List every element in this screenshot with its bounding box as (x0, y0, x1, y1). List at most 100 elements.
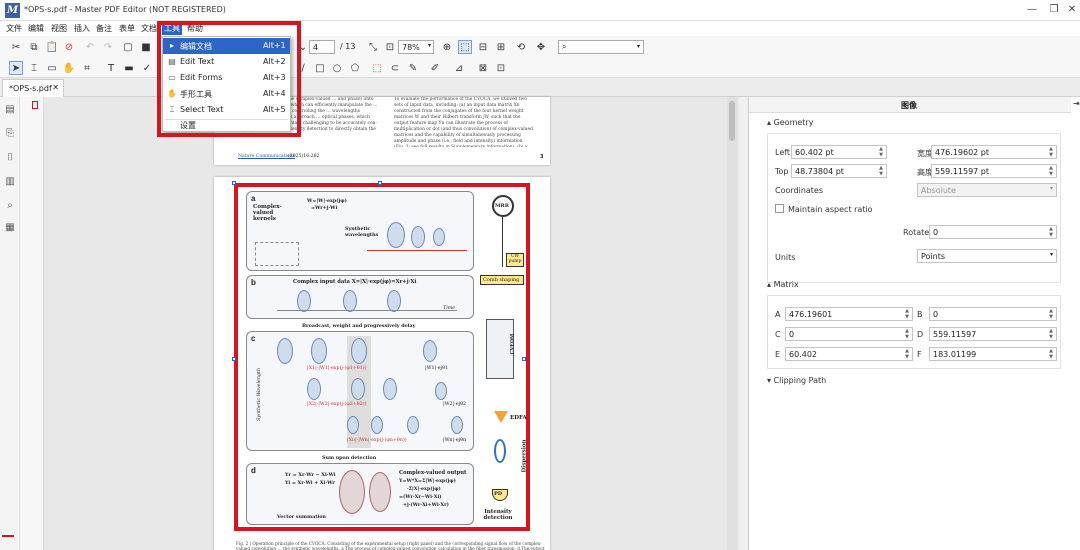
paste-icon[interactable]: 📋 (45, 40, 59, 54)
scrollbar-thumb[interactable] (729, 101, 735, 141)
redo-icon[interactable]: ↷ (101, 40, 115, 54)
spinner-icon[interactable]: ▲ ▼ (1047, 308, 1055, 320)
fill-icon[interactable]: ■ (139, 40, 153, 54)
minimize-button[interactable]: — (1024, 3, 1040, 17)
height-input[interactable]: 559.11597 pt ▲ ▼ (931, 164, 1057, 178)
width-input[interactable]: 476.19602 pt ▲ ▼ (931, 145, 1057, 159)
spinner-icon[interactable]: ▲ ▼ (903, 328, 911, 340)
coordinates-select[interactable]: Absolute ▾ (917, 183, 1057, 197)
tab-close-icon[interactable]: ✕ (52, 83, 59, 92)
form-edit-icon[interactable]: ▭ (45, 61, 59, 75)
handle-top[interactable] (378, 181, 382, 185)
figure-panel-a: a Complex-valued kernels W=|W|·exp(jφ) =… (246, 191, 474, 271)
matrix-c-input[interactable]: 0 ▲ ▼ (785, 327, 913, 341)
matrix-e-input[interactable]: 60.402 ▲ ▼ (785, 347, 913, 361)
spinner-icon[interactable]: ▲ ▼ (1047, 348, 1055, 360)
spinner-icon[interactable]: ▲ ▼ (1047, 226, 1055, 238)
matrix-d-input[interactable]: 559.11597 ▲ ▼ (929, 327, 1057, 341)
panel-float-icon[interactable]: ⇥ (1073, 99, 1080, 108)
undo-icon[interactable]: ↶ (83, 40, 97, 54)
search-panel-icon[interactable]: ⌕ (3, 199, 17, 213)
handle-right[interactable] (522, 357, 526, 361)
page-number-input[interactable]: 4 (309, 40, 335, 54)
pen-icon[interactable]: ✎ (406, 61, 420, 75)
fit-visible-icon[interactable]: ⊞ (494, 40, 508, 54)
menu-comment[interactable]: 备注 (94, 23, 114, 34)
clipping-path-section[interactable]: ▾ Clipping Path (767, 376, 826, 385)
spinner-icon[interactable]: ▲ ▼ (1047, 328, 1055, 340)
attach-icon[interactable]: ⊡ (494, 61, 508, 75)
vertical-scrollbar[interactable] (727, 97, 737, 550)
comb-shaping-label: Comb shaping (483, 277, 520, 283)
matrix-section[interactable]: ▴ Matrix (767, 280, 799, 289)
phase-circle (407, 416, 419, 434)
menu-form[interactable]: 表单 (117, 23, 137, 34)
attachments-icon[interactable]: ⌷ (3, 151, 17, 165)
fit-width-icon[interactable]: ⊟ (476, 40, 490, 54)
spinner-icon[interactable]: ▲ ▼ (903, 348, 911, 360)
properties-title: 图像 (901, 101, 917, 110)
stamp-icon[interactable]: ⊠ (476, 61, 490, 75)
copy-icon[interactable]: ⧉ (27, 40, 41, 54)
menu-edit[interactable]: 编辑 (26, 23, 46, 34)
rotate-input[interactable]: 0 ▲ ▼ (929, 225, 1057, 239)
spinner-icon[interactable]: ▲ ▼ (877, 165, 885, 177)
layers-icon[interactable]: ▥ (3, 175, 17, 189)
measure-icon[interactable]: ⊿ (452, 61, 466, 75)
pages-icon[interactable]: ▤ (3, 103, 17, 117)
crop-icon[interactable]: ⌗ (80, 61, 94, 75)
handle-tl[interactable] (232, 181, 236, 185)
rectangle-icon[interactable]: □ (313, 61, 327, 75)
rotate-icon[interactable]: ⟲ (514, 40, 528, 54)
menu-insert[interactable]: 插入 (72, 23, 92, 34)
polygon-icon[interactable]: ⬠ (348, 61, 362, 75)
restore-button[interactable]: ❐ (1046, 3, 1062, 17)
pencil-icon[interactable]: ✐ (428, 61, 442, 75)
marquee-zoom-icon[interactable]: ⬚ (458, 40, 472, 54)
highlight-area-icon[interactable]: ⬚ (370, 61, 384, 75)
panel-label-c: c (251, 334, 256, 343)
check-icon[interactable]: ✓ (140, 61, 154, 75)
spinner-icon[interactable]: ▲ ▼ (903, 308, 911, 320)
matrix-f-input[interactable]: 183.01199 ▲ ▼ (929, 347, 1057, 361)
spinner-icon[interactable]: ▲ ▼ (1047, 165, 1055, 177)
close-button[interactable]: ✕ (1064, 3, 1080, 17)
arrow-select-icon[interactable]: ➤ (9, 61, 23, 75)
frame-icon[interactable]: ▢ (121, 40, 135, 54)
units-select[interactable]: Points ▾ (917, 249, 1057, 263)
menu-document[interactable]: 文档 (139, 23, 159, 34)
matrix-b-input[interactable]: 0 ▲ ▼ (929, 307, 1057, 321)
link-icon[interactable]: ⊂ (388, 61, 402, 75)
tab-label: *OPS-s.pdf (9, 84, 52, 93)
bookmarks-icon[interactable]: ⎘ (3, 127, 17, 141)
left-input[interactable]: 60.402 pt ▲ ▼ (791, 145, 887, 159)
spinner-icon[interactable]: ▲ ▼ (877, 146, 885, 158)
intensity-detection-label: Intensity detection (483, 509, 513, 521)
signatures-icon[interactable]: ▦ (3, 221, 17, 235)
zoom-in-icon[interactable]: ⊕ (440, 40, 454, 54)
aspect-ratio-checkbox[interactable] (775, 204, 784, 213)
document-view[interactable]: … conducted shaping the complex-valued …… (44, 97, 739, 550)
journal-link[interactable]: Nature Communications (238, 154, 295, 159)
matrix-a-input[interactable]: 476.19601 ▲ ▼ (785, 307, 913, 321)
cut-icon[interactable]: ✂ (9, 40, 23, 54)
zoom-select[interactable]: 78% ▾ (398, 40, 434, 54)
hand-tool-icon[interactable]: ✋ (62, 61, 76, 75)
insert-text-icon[interactable]: T (104, 61, 118, 75)
menu-view[interactable]: 视图 (49, 23, 69, 34)
tab-document[interactable]: *OPS-s.pdf ✕ (2, 79, 64, 97)
menu-file[interactable]: 文件 (4, 23, 24, 34)
search-input[interactable]: ⌕ ▾ (558, 40, 644, 54)
fit-page-icon[interactable]: ⤡ (366, 40, 380, 54)
handle-left[interactable] (232, 357, 236, 361)
geometry-section[interactable]: ▴ Geometry (767, 118, 813, 127)
selected-figure-image[interactable]: a Complex-valued kernels W=|W|·exp(jφ) =… (232, 181, 530, 531)
spinner-icon[interactable]: ▲ ▼ (1047, 146, 1055, 158)
field-icon[interactable]: ▬ (122, 61, 136, 75)
actual-size-icon[interactable]: ⊡ (383, 40, 397, 54)
ellipse-icon[interactable]: ○ (330, 61, 344, 75)
delete-icon[interactable]: ⊘ (62, 40, 76, 54)
top-input[interactable]: 48.73804 pt ▲ ▼ (791, 164, 887, 178)
pan-icon[interactable]: ✥ (534, 40, 548, 54)
text-edit-icon[interactable]: ⌶ (27, 61, 41, 75)
